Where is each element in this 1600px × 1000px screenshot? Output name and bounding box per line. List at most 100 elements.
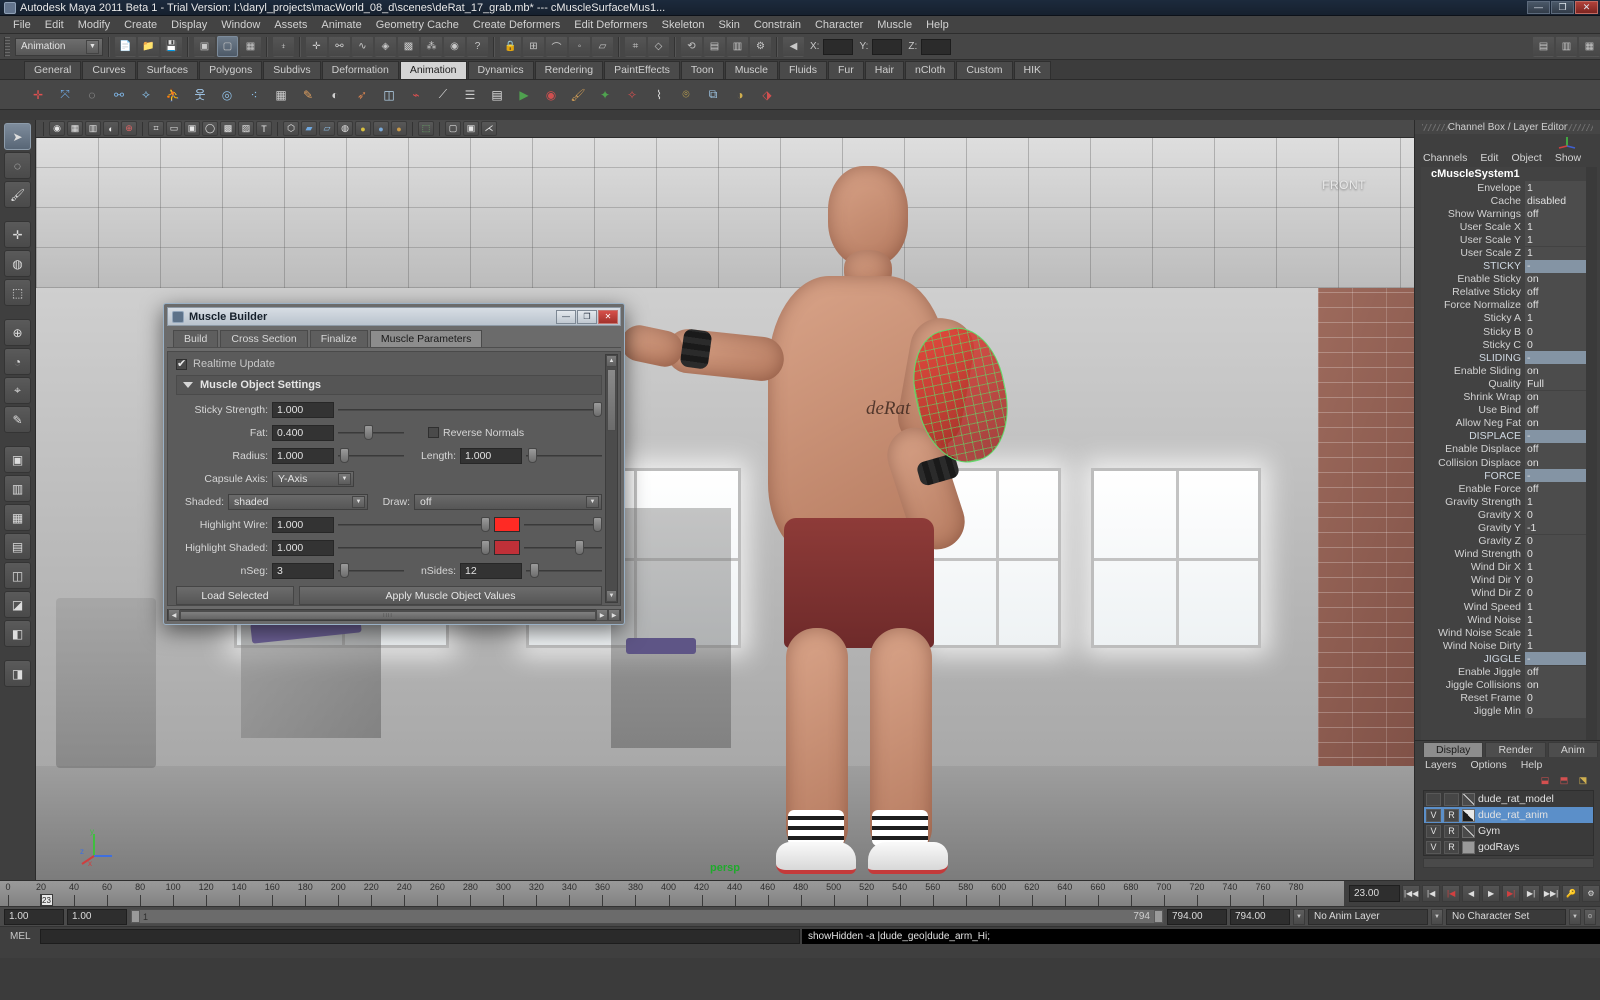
maximize-button[interactable]: ❐ bbox=[1551, 1, 1574, 14]
reverse-normals-checkbox[interactable] bbox=[428, 427, 439, 438]
step-back-key-button[interactable]: |◀ bbox=[1422, 885, 1441, 902]
layer-color-swatch[interactable] bbox=[1462, 792, 1475, 806]
lasso-tool-icon[interactable]: ◌ bbox=[4, 152, 31, 179]
fat-slider[interactable] bbox=[338, 425, 404, 441]
select-camera-icon[interactable]: ◉ bbox=[49, 121, 65, 136]
channel-row[interactable]: Sticky B0 bbox=[1421, 325, 1597, 339]
layout-persp-outliner-icon[interactable]: ▤ bbox=[4, 533, 31, 560]
menu-item-create-deformers[interactable]: Create Deformers bbox=[466, 18, 567, 32]
xray-icon[interactable]: ▢ bbox=[445, 121, 461, 136]
layer-visibility-toggle[interactable]: V bbox=[1426, 808, 1441, 822]
xray-joints-icon[interactable]: ▣ bbox=[463, 121, 479, 136]
play-forwards-button[interactable]: ▶ bbox=[1482, 885, 1501, 902]
nseg-field[interactable]: 3 bbox=[272, 562, 334, 579]
rendering-mask-icon[interactable]: ◉ bbox=[444, 36, 465, 57]
shelf-icon-set-key-translate[interactable]: ⤧ bbox=[53, 83, 77, 107]
mb-maximize-button[interactable]: ❐ bbox=[577, 309, 597, 324]
shelf-icon-muscle-spline[interactable]: ✧ bbox=[620, 83, 644, 107]
shelf-tab-general[interactable]: General bbox=[24, 61, 82, 79]
shelf-tab-fluids[interactable]: Fluids bbox=[778, 61, 827, 79]
menu-item-create[interactable]: Create bbox=[117, 18, 164, 32]
ipr-icon[interactable]: ▥ bbox=[727, 36, 748, 57]
shelf-icon-cache[interactable]: ⧉ bbox=[701, 83, 725, 107]
layer-tab-display[interactable]: Display bbox=[1423, 742, 1484, 757]
joints-mask-icon[interactable]: ⚯ bbox=[329, 36, 350, 57]
channel-row[interactable]: Relative Sticky off bbox=[1421, 285, 1597, 299]
draw-dropdown[interactable]: off ▼ bbox=[414, 493, 602, 510]
shelf-icon-ik-handle[interactable]: ⟡ bbox=[134, 83, 158, 107]
layer-menu-options[interactable]: Options bbox=[1471, 759, 1507, 771]
radius-slider[interactable] bbox=[338, 448, 404, 464]
select-by-component-icon[interactable]: ▦ bbox=[240, 36, 261, 57]
layer-row[interactable]: dude_rat_model bbox=[1424, 791, 1593, 807]
shelf-icon-trax[interactable]: ▤ bbox=[485, 83, 509, 107]
nsides-slider[interactable] bbox=[526, 563, 602, 579]
channel-row[interactable]: Enable Displace off bbox=[1421, 442, 1597, 456]
channel-box-menu-show[interactable]: Show bbox=[1555, 152, 1581, 164]
channel-row[interactable]: Wind Noise Dirty 1 bbox=[1421, 639, 1597, 653]
chevron-down-icon-3[interactable]: ▼ bbox=[1569, 908, 1581, 925]
realtime-update-row[interactable]: Realtime Update bbox=[176, 357, 602, 370]
wireframe-shading-icon[interactable]: ⬡ bbox=[283, 121, 299, 136]
shelf-icon-relax[interactable]: ◑ bbox=[728, 83, 752, 107]
select-by-hierarchy-icon[interactable]: ▣ bbox=[194, 36, 215, 57]
safe-action-icon[interactable]: ▨ bbox=[238, 121, 254, 136]
channel-row[interactable]: FORCE - bbox=[1421, 469, 1597, 483]
image-plane-icon[interactable]: ◐ bbox=[103, 121, 119, 136]
shelf-icon-wire-deformer[interactable]: ✎ bbox=[296, 83, 320, 107]
chevron-down-icon-2[interactable]: ▼ bbox=[1431, 908, 1443, 925]
playback-start-field[interactable]: 1.00 bbox=[67, 908, 127, 925]
shaded-dropdown[interactable]: shaded ▼ bbox=[228, 493, 368, 510]
shelf-tab-ncloth[interactable]: nCloth bbox=[905, 61, 956, 79]
history-icon[interactable]: ⟲ bbox=[681, 36, 702, 57]
shelf-icon-snapshot[interactable]: ◫ bbox=[377, 83, 401, 107]
channel-row[interactable]: DISPLACE - bbox=[1421, 429, 1597, 443]
misc-mask-icon[interactable]: ? bbox=[467, 36, 488, 57]
scale-tool-icon[interactable]: ⬚ bbox=[4, 279, 31, 306]
share-viewport-icon[interactable]: ⋌ bbox=[481, 121, 497, 136]
shelf-tab-dynamics[interactable]: Dynamics bbox=[467, 61, 534, 79]
channel-row[interactable]: Jiggle Collisions on bbox=[1421, 678, 1597, 692]
layout-hypergraph-icon[interactable]: ◫ bbox=[4, 562, 31, 589]
layout-two-pane-icon[interactable]: ▥ bbox=[4, 475, 31, 502]
channel-box-list[interactable]: cMuscleSystem1 Envelope 1 Cache disabled Sho… bbox=[1421, 167, 1597, 740]
shelf-icon-set-key[interactable]: ✛ bbox=[26, 83, 50, 107]
show-tool-settings-icon[interactable]: ▥ bbox=[1556, 36, 1577, 57]
go-to-end-button[interactable]: ▶▶| bbox=[1542, 885, 1561, 902]
make-live-icon[interactable]: ◇ bbox=[648, 36, 669, 57]
highlight-wire-slider[interactable] bbox=[338, 517, 490, 533]
film-gate-icon[interactable]: ▭ bbox=[166, 121, 182, 136]
layer-reference-toggle[interactable]: R bbox=[1444, 840, 1459, 854]
camera-attributes-icon[interactable]: ▦ bbox=[67, 121, 83, 136]
layer-reference-toggle[interactable]: R bbox=[1444, 808, 1459, 822]
channel-row[interactable]: Enable Sticky on bbox=[1421, 272, 1597, 286]
layer-color-swatch[interactable] bbox=[1462, 824, 1475, 838]
shelf-tab-animation[interactable]: Animation bbox=[399, 61, 467, 79]
channel-row[interactable]: Enable Jiggle off bbox=[1421, 665, 1597, 679]
channel-row[interactable]: User Scale Z1 bbox=[1421, 246, 1597, 260]
shelf-icon-paint-weights[interactable]: 🖌 bbox=[566, 83, 590, 107]
layer-list-scrollbar[interactable] bbox=[1423, 858, 1594, 868]
select-by-object-icon[interactable]: ▢ bbox=[217, 36, 238, 57]
radius-field[interactable]: 1.000 bbox=[272, 447, 334, 464]
sticky-strength-field[interactable]: 1.000 bbox=[272, 401, 334, 418]
layer-visibility-toggle[interactable]: V bbox=[1426, 824, 1441, 838]
shelf-icon-muscle[interactable]: ✦ bbox=[593, 83, 617, 107]
muscle-builder-vertical-scrollbar[interactable]: ▲ ▼ bbox=[605, 354, 618, 603]
resolution-gate-icon[interactable]: ▣ bbox=[184, 121, 200, 136]
gate-mask-icon[interactable]: ◯ bbox=[202, 121, 218, 136]
channel-row[interactable]: Wind Dir X1 bbox=[1421, 560, 1597, 574]
length-field[interactable]: 1.000 bbox=[460, 447, 522, 464]
highlight-wire-field[interactable]: 1.000 bbox=[272, 516, 334, 533]
move-tool-icon[interactable]: ✛ bbox=[4, 221, 31, 248]
axis-z-field[interactable] bbox=[921, 38, 952, 55]
channel-row[interactable]: Reset Frame 0 bbox=[1421, 691, 1597, 705]
menu-item-modify[interactable]: Modify bbox=[71, 18, 117, 32]
snap-grid-icon[interactable]: ⊞ bbox=[523, 36, 544, 57]
channel-row[interactable]: User Scale Y1 bbox=[1421, 233, 1597, 247]
highlight-shaded-color-swatch[interactable] bbox=[494, 540, 520, 555]
snap-to-construction-icon[interactable]: ⌗ bbox=[625, 36, 646, 57]
menu-item-edit-deformers[interactable]: Edit Deformers bbox=[567, 18, 654, 32]
muscle-builder-horizontal-scrollbar[interactable]: ◀ ∷∷ ▶ ▶ bbox=[167, 609, 621, 621]
shelf-icon-displace[interactable]: ⬗ bbox=[755, 83, 779, 107]
